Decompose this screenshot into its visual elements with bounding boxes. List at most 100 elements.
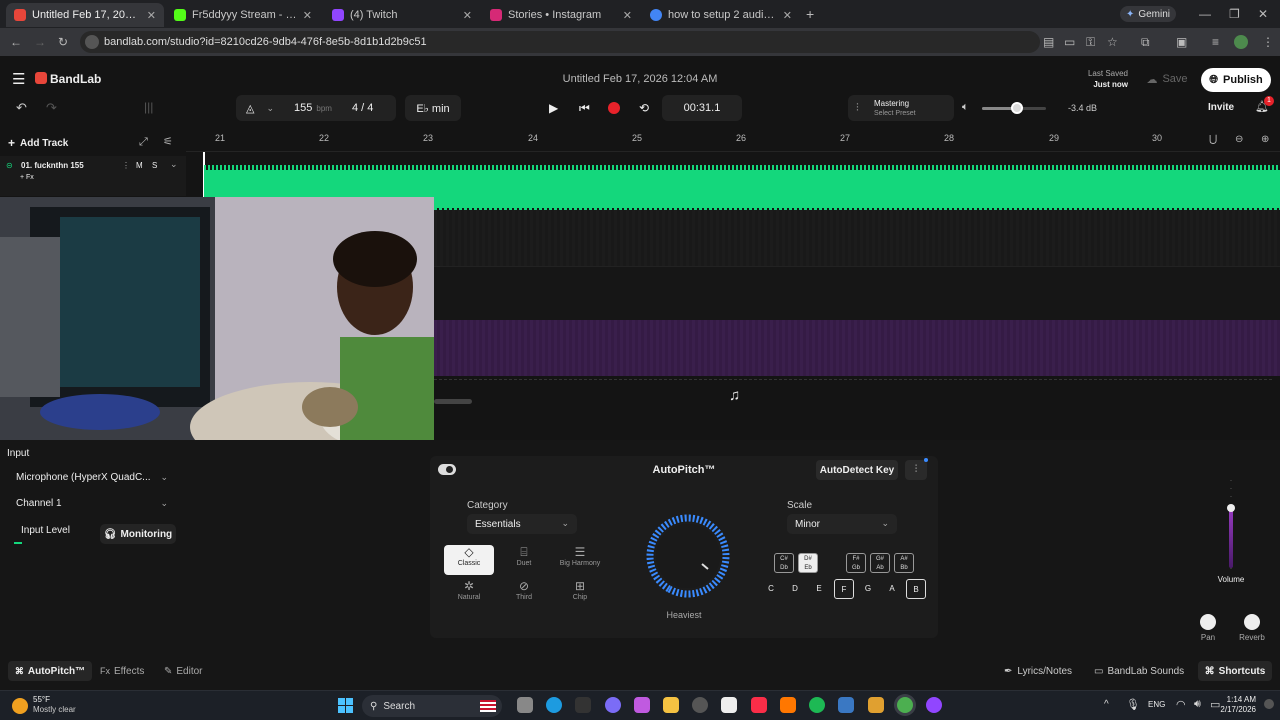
brand-name[interactable]: BandLab [50, 72, 101, 86]
zoom-out-icon[interactable]: ⊖ [1235, 135, 1243, 145]
gemini-button[interactable]: ✦ Gemini [1120, 6, 1176, 22]
style-chip-button[interactable]: ⊞ Chip [554, 579, 606, 609]
windows-start-icon[interactable] [338, 698, 353, 713]
tab-google[interactable]: how to setup 2 audio outputs u ✕ [642, 3, 800, 27]
track-settings-icon[interactable]: ⚟ [163, 137, 173, 148]
time-signature[interactable]: 4 / 4 [352, 102, 373, 114]
language-indicator[interactable]: ENG [1148, 700, 1165, 709]
back-icon[interactable]: ← [10, 36, 22, 48]
weather-desc[interactable]: Mostly clear [33, 705, 76, 714]
install-icon[interactable]: ▤ [1043, 36, 1054, 48]
minimize-icon[interactable]: — [1199, 8, 1211, 20]
epic-games-icon[interactable] [575, 697, 591, 713]
timeline-ruler[interactable]: 21 22 23 24 25 26 27 28 29 30 ⋃ ⊖ ⊕ [186, 130, 1280, 152]
key-d[interactable]: D [785, 579, 805, 599]
key-selector[interactable]: E♭ min [405, 95, 461, 121]
key-g-sharp[interactable]: G# Ab [870, 553, 890, 573]
close-tab-icon[interactable]: ✕ [147, 9, 156, 22]
tray-chevron-icon[interactable]: ^ [1104, 699, 1109, 710]
footer-tab-autopitch[interactable]: ⌘ AutoPitch™ [8, 661, 92, 681]
empty-lane[interactable] [434, 266, 1280, 320]
key-f-sharp[interactable]: F# Gb [846, 553, 866, 573]
mastering-button[interactable]: ⫶ Mastering Select Preset [848, 95, 954, 121]
close-tab-icon[interactable]: ✕ [463, 9, 472, 22]
site-info-icon[interactable] [85, 35, 99, 49]
save-button[interactable]: ☁ Save [1138, 68, 1196, 90]
metronome-dropdown-chevron-icon[interactable]: ⌄ [266, 103, 274, 114]
track-header[interactable]: ⊝ 01. fucknthn 155 ⋮ M S ⌄ + Fx [0, 156, 186, 196]
hamburger-menu-icon[interactable]: ☰ [12, 72, 25, 87]
record-icon[interactable] [608, 102, 620, 114]
autopitch-toggle[interactable] [438, 464, 456, 475]
style-classic-button[interactable]: ◇ Classic [444, 545, 494, 575]
tempo-value[interactable]: 155 [294, 102, 312, 114]
twitch-app-icon[interactable] [926, 697, 942, 713]
maximize-icon[interactable]: ❐ [1229, 8, 1240, 20]
track-name[interactable]: 01. fucknthn 155 [21, 161, 84, 170]
style-natural-button[interactable]: ✲ Natural [444, 579, 494, 609]
zoom-in-icon[interactable]: ⊕ [1261, 135, 1269, 145]
mixer-icon[interactable]: ||| [144, 101, 153, 113]
input-device-dropdown[interactable]: Microphone (HyperX QuadC... ⌄ [10, 467, 174, 487]
forward-icon[interactable]: → [34, 36, 46, 48]
shortcuts-button[interactable]: ⌘ Shortcuts [1198, 661, 1272, 681]
extensions-icon[interactable]: ⧉ [1141, 36, 1150, 48]
edge-icon[interactable] [546, 697, 562, 713]
notification-center-icon[interactable] [1264, 699, 1274, 709]
soundcloud-icon[interactable] [780, 697, 796, 713]
footer-tab-editor[interactable]: ✎ Editor [164, 661, 216, 681]
tab-bandlab[interactable]: Untitled Feb 17, 2026 12:0 ✕ [6, 3, 164, 27]
key-a[interactable]: A [882, 579, 902, 599]
add-track-button[interactable]: + Add Track [8, 136, 78, 150]
pan-knob[interactable] [1200, 614, 1216, 630]
publish-button[interactable]: 🌐︎ Publish [1201, 68, 1271, 92]
invite-button[interactable]: Invite [1208, 102, 1234, 113]
track-menu-icon[interactable]: ⋮ [122, 161, 130, 170]
steam-settings-icon[interactable] [692, 697, 708, 713]
key-f[interactable]: F [834, 579, 854, 599]
wifi-icon[interactable]: ◠ [1176, 698, 1186, 711]
solo-button[interactable]: S [152, 161, 157, 170]
cast-icon[interactable]: ▭ [1064, 36, 1075, 48]
style-third-button[interactable]: ⊘ Third [499, 579, 549, 609]
tab-twitch[interactable]: (4) Twitch ✕ [324, 3, 480, 27]
key-a-sharp[interactable]: A# Bb [894, 553, 914, 573]
close-tab-icon[interactable]: ✕ [303, 9, 312, 22]
track-expand-chevron-icon[interactable]: ⌄ [170, 159, 178, 170]
category-dropdown[interactable]: Essentials ⌄ [467, 514, 577, 534]
microphone-icon[interactable]: 🎙︎ [1126, 698, 1140, 711]
key-g[interactable]: G [858, 579, 878, 599]
style-big-harmony-button[interactable]: ☰ Big Harmony [554, 545, 606, 575]
bandlab-sounds-button[interactable]: ▭ BandLab Sounds [1094, 661, 1186, 681]
taskbar-search[interactable]: ⚲ Search [362, 695, 502, 717]
horizontal-scrollbar[interactable] [434, 399, 472, 404]
close-tab-icon[interactable]: ✕ [783, 9, 792, 22]
profile-avatar[interactable] [1234, 35, 1248, 49]
reverb-knob[interactable] [1244, 614, 1260, 630]
address-bar[interactable]: bandlab.com/studio?id=8210cd26-9db4-476f… [80, 31, 1040, 53]
discord-icon[interactable] [605, 697, 621, 713]
master-volume-slider[interactable] [982, 102, 1046, 114]
app-icon[interactable] [868, 697, 884, 713]
monitoring-button[interactable]: 🎧︎ Monitoring [100, 524, 176, 544]
store-icon[interactable] [721, 697, 737, 713]
chrome-icon[interactable] [897, 697, 913, 713]
split-view-icon[interactable]: ▣ [1176, 36, 1187, 48]
redo-icon[interactable]: ↷ [46, 101, 57, 114]
copilot-icon[interactable] [634, 697, 650, 713]
style-duet-button[interactable]: ⌸ Duet [499, 545, 549, 575]
empty-lane[interactable] [434, 210, 1280, 266]
key-b[interactable]: B [906, 579, 926, 599]
play-icon[interactable]: ▶ [549, 102, 558, 114]
project-title[interactable]: Untitled Feb 17, 2026 12:04 AM [560, 73, 720, 85]
file-explorer-icon[interactable] [663, 697, 679, 713]
lyrics-notes-button[interactable]: ✒ Lyrics/Notes [1004, 661, 1084, 681]
input-channel-dropdown[interactable]: Channel 1 ⌄ [10, 493, 174, 513]
snap-magnet-icon[interactable]: ⋃ [1209, 135, 1217, 145]
clock-date[interactable]: 2/17/2026 [1212, 705, 1256, 714]
close-tab-icon[interactable]: ✕ [623, 9, 632, 22]
weather-icon[interactable] [12, 698, 28, 714]
key-c[interactable]: C [761, 579, 781, 599]
autodetect-key-button[interactable]: AutoDetect Key [816, 460, 898, 480]
skip-back-icon[interactable]: ⏮ [579, 102, 590, 114]
